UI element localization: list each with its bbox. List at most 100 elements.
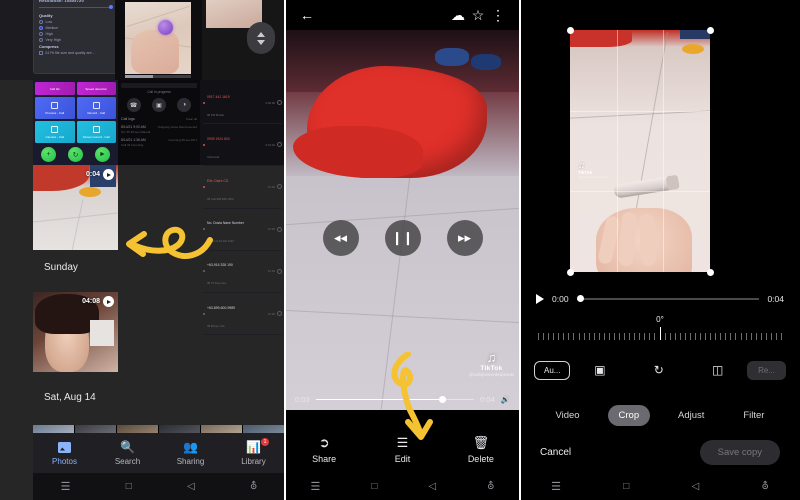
back-arrow-icon[interactable]: ← [297,5,317,25]
quality-option-high[interactable]: High [39,31,112,36]
crop-handle-top-right[interactable] [706,26,714,34]
tile-screen-record-call[interactable]: Screen record - Call [76,121,116,143]
duration-badge: 0:04 [86,169,114,180]
info-icon[interactable] [277,311,282,317]
accessibility-icon[interactable]: ⛢ [487,481,494,492]
tile-camera-call[interactable]: Camera - Call [35,121,75,143]
sidebar-item-sharing[interactable]: 👥 Sharing [159,440,222,466]
list-item[interactable]: 0917 441 1619 08 PM Mobile 0:00:00 [203,82,282,125]
volume-on-icon[interactable]: 🔊 [501,395,510,404]
video-call-icon[interactable]: ▣ [151,98,166,112]
tab-filter[interactable]: Filter [732,405,775,426]
quality-option-low[interactable]: Low [39,19,112,24]
crop-stage[interactable]: ♫ TikTok @carlojonevedespinedo [520,0,800,285]
tile-record-call[interactable]: Record - Call [76,97,116,119]
total-time: 0:04 [480,395,495,404]
call-history-list[interactable]: 0917 441 1619 08 PM Mobile 0:00:00 0939 1… [200,80,285,336]
info-icon[interactable] [277,142,282,148]
call-meta: Outgoing Voice Disconnected [157,125,197,129]
circle-refresh-button[interactable]: ↻ [68,147,83,162]
crop-frame[interactable]: ♫ TikTok @carlojonevedespinedo [566,26,714,276]
rotate-icon[interactable]: ↻ [629,363,688,377]
rotation-tick [674,333,676,340]
crop-handle-bottom-left[interactable] [566,268,574,276]
tile-process-call[interactable]: Process - Call [35,97,75,119]
list-item[interactable]: 0939 1924 524 Voicemail 0:01:01 [203,124,282,167]
info-icon[interactable] [277,184,282,190]
call-log-row[interactable]: 8/14/21 1:36 AM Incoming 35 sec 89.1 [121,138,197,142]
home-square-icon[interactable]: □ [623,481,629,492]
rotation-tick [679,333,681,340]
star-outline-icon[interactable]: ☆ [468,5,488,25]
sidebar-item-library[interactable]: 📊 1 Library [222,438,285,466]
tile-speed-detection[interactable]: Speed detection [76,82,116,95]
compress-option[interactable]: 24 Fit file size and quality are... [39,51,112,55]
call-detail-screen[interactable]: Call in progress ☎ ▣ ◑ Call logs Clear a… [118,80,200,165]
save-copy-button[interactable]: Save copy [699,440,780,465]
expand-icon[interactable]: ◫ [688,363,747,377]
info-icon[interactable] [277,100,282,106]
auto-button[interactable]: Au... [534,360,571,380]
accessibility-icon[interactable]: ⛢ [762,481,769,492]
info-icon[interactable] [277,268,282,274]
back-triangle-icon[interactable]: ◁ [187,481,195,492]
menu-icon[interactable]: ☰ [61,480,71,493]
tab-video[interactable]: Video [544,405,590,426]
video-thumbnail-person[interactable]: 04:08 [33,292,118,372]
forward-button[interactable]: ▸▸ [446,220,483,256]
delete-button[interactable]: 🗑 Delete [442,435,520,464]
quality-option-very-high[interactable]: Very High [39,38,112,43]
rewind-button[interactable]: ◂◂ [322,220,359,256]
chat-icon[interactable]: ◑ [177,98,192,112]
photo-progress-bar[interactable] [125,75,191,78]
quality-option-medium[interactable]: Medium [39,25,112,30]
menu-icon[interactable]: ☰ [311,480,321,493]
sidebar-item-search[interactable]: 🔍 Search [96,440,159,466]
seek-slider[interactable] [576,295,760,303]
app-tile-grid[interactable]: Call Ids Speed detection Process - Call … [33,80,118,165]
call-icon[interactable]: ☎ [126,98,141,112]
home-square-icon[interactable]: □ [371,481,377,492]
crop-handle-bottom-right[interactable] [706,268,714,276]
home-square-icon[interactable]: □ [126,481,132,492]
more-vertical-icon[interactable]: ⋮ [488,5,508,25]
pause-button[interactable]: ❙❙ [384,220,421,256]
play-icon[interactable] [103,169,114,180]
cancel-button[interactable]: Cancel [540,447,571,458]
radio-icon [39,19,43,24]
crop-handle-top-left[interactable] [566,26,574,34]
tab-adjust[interactable]: Adjust [667,405,715,426]
scroll-updown-widget[interactable] [247,22,275,54]
share-button[interactable]: ➲ Share [285,435,363,464]
rotation-tick [730,333,732,340]
call-log-row[interactable]: 8/14/21 9:00 AM Outgoing Voice Disconnec… [121,125,197,129]
collage-cell-scroll[interactable] [202,0,285,80]
info-icon[interactable] [277,226,282,232]
call-sub: Call 34 Incoming [121,143,144,147]
sidebar-item-photos[interactable]: Photos [33,440,96,466]
back-triangle-icon[interactable]: ◁ [428,481,436,492]
cloud-upload-icon[interactable]: ☁ [448,5,468,25]
call-dot-icon [203,312,205,315]
circle-add-button[interactable]: + [41,147,56,162]
list-item[interactable]: Elle Claire CD 08 Call 905 848 1609 10:00 [203,166,282,209]
accessibility-icon[interactable]: ⛢ [250,481,257,492]
video-thumbnail-sunday[interactable]: 0:04 [33,165,118,250]
play-icon[interactable] [103,296,114,307]
resolution-slider[interactable] [39,5,113,9]
rotation-ticks[interactable] [520,326,800,340]
tab-crop[interactable]: Crop [607,404,651,426]
collage-cell-settings[interactable]: Speed: 1.00/2s Resolution: 1080x720 Qual… [0,0,118,80]
list-item[interactable]: +63-899-600-9989 08 Buspo mile 10:00 [203,293,282,336]
reset-button[interactable]: Re... [747,360,786,380]
rotation-dial[interactable]: 0° [520,315,800,347]
play-icon[interactable] [536,294,544,304]
video-settings-card[interactable]: Speed: 1.00/2s Resolution: 1080x720 Qual… [33,0,118,74]
circle-play-button[interactable]: ► [95,147,110,162]
clear-all-link[interactable]: Clear all [186,117,197,124]
back-triangle-icon[interactable]: ◁ [692,481,700,492]
menu-icon[interactable]: ☰ [551,480,561,493]
tile-call-ids[interactable]: Call Ids [35,82,75,95]
aspect-ratio-icon[interactable]: ▣ [570,363,629,377]
collage-cell-photo-editor[interactable] [115,0,202,80]
